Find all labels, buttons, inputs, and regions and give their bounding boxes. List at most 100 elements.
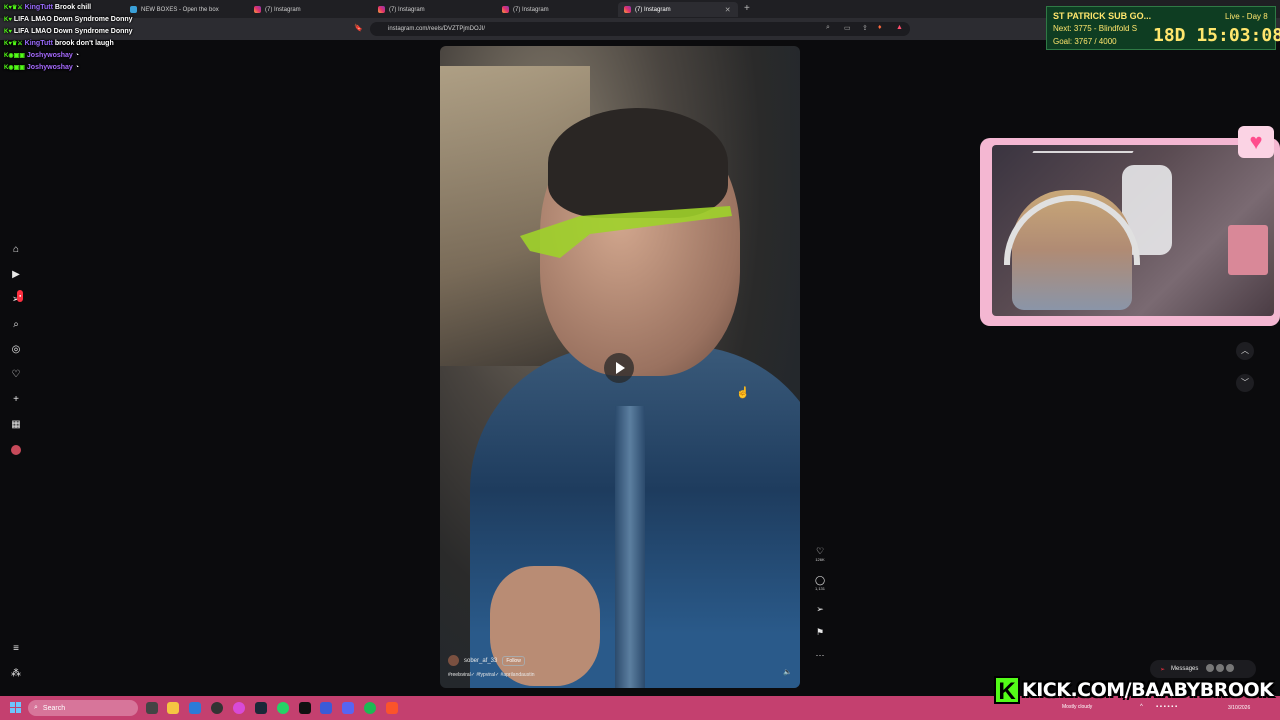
tab-instagram-active[interactable]: (7) Instagram ✕ [618, 2, 738, 17]
author-username[interactable]: sober_af_33 [464, 658, 497, 664]
kick-banner: K KICK.COM/BAABYBROOK [994, 675, 1274, 705]
brave-shield-icon[interactable]: ♦ [878, 24, 882, 31]
app-icon[interactable] [320, 702, 332, 714]
goal-progress: Goal: 3767 / 4000 [1053, 37, 1117, 46]
zoom-icon[interactable]: ⌕ [826, 24, 830, 32]
reel-video[interactable]: sober_af_33 Follow #reelsviral✓ #fypvira… [440, 46, 800, 688]
file-explorer-icon[interactable] [167, 702, 179, 714]
chat-username: KingTutt [24, 4, 53, 11]
messenger-icon[interactable]: ➢ ● [10, 290, 24, 306]
chat-username: LIFA [13, 16, 30, 23]
notifications-heart-icon[interactable]: ♡ [10, 369, 22, 381]
sub-goal-title: ST PATRICK SUB GO... [1053, 11, 1152, 21]
tab-instagram[interactable]: (7) Instagram [372, 2, 431, 17]
like-button[interactable]: ♡ 126K [812, 546, 828, 562]
search-placeholder: Search [42, 704, 66, 712]
close-tab-icon[interactable]: ✕ [725, 6, 731, 14]
brave-browser-icon[interactable] [386, 702, 398, 714]
chat-message: K♥ LIFA LMAO Down Syndrome Donny [4, 26, 204, 38]
spotify-icon[interactable] [364, 702, 376, 714]
comment-button[interactable]: ◯ 1,131 [812, 575, 828, 591]
person-hand [490, 566, 600, 686]
chat-badges-icon: K◉▣▣ [4, 53, 25, 59]
chat-username: LIFA [13, 28, 30, 35]
webcam-overlay [980, 138, 1280, 326]
create-icon[interactable]: + [10, 394, 22, 406]
home-icon[interactable]: ⌂ [10, 244, 22, 256]
play-button[interactable] [604, 353, 634, 383]
subathon-timer: 18D 15:03:08 [1153, 25, 1280, 46]
tab-instagram[interactable]: (7) Instagram [496, 2, 555, 17]
explore-icon[interactable]: ◎ [10, 344, 22, 356]
obs-icon[interactable] [211, 702, 223, 714]
next-goal: Next: 3775 - Blindfold S [1053, 24, 1138, 33]
chat-badges-icon: K♥ [4, 29, 12, 35]
chat-message: K◉▣▣ Joshywoshay ◔ [4, 50, 204, 62]
instagram-icon [502, 6, 509, 13]
headset [1004, 195, 1140, 265]
steam-icon[interactable] [255, 702, 267, 714]
dashboard-icon[interactable]: ▦ [10, 419, 22, 431]
chat-message: K♥ LIFA LMAO Down Syndrome Donny [4, 14, 204, 26]
app-icon[interactable] [233, 702, 245, 714]
instagram-icon [624, 6, 631, 13]
also-from-meta-icon[interactable]: ⁂ [10, 668, 22, 680]
notification-badge: ● [17, 290, 24, 302]
live-day: Live - Day 8 [1225, 12, 1268, 21]
green-sunglasses [520, 206, 732, 258]
menu-icon[interactable]: ≡ [10, 643, 22, 655]
share-icon[interactable]: ⇪ [862, 24, 868, 32]
discord-icon[interactable] [342, 702, 354, 714]
chat-text: Brook chill [54, 4, 92, 11]
messenger-icon: ➢ [1160, 666, 1166, 673]
reel-author[interactable]: sober_af_33 Follow [448, 655, 525, 666]
profile-avatar[interactable] [10, 445, 22, 457]
message-avatars [1204, 664, 1235, 674]
like-count: 126K [815, 557, 825, 562]
author-avatar[interactable] [448, 655, 459, 666]
tab-label: (7) Instagram [635, 6, 671, 13]
save-bookmark-icon[interactable]: ⚑ [812, 627, 828, 638]
task-view-icon[interactable] [146, 702, 158, 714]
hoodie-zipper [615, 406, 645, 688]
reel-caption: #reelsviral✓ #fypviral✓ #aprilandaustin [448, 672, 535, 678]
previous-reel-button[interactable]: ︿ [1236, 342, 1254, 360]
tab-instagram[interactable]: (7) Instagram [248, 2, 307, 17]
chat-text: LMAO Down Syndrome Donny [31, 16, 133, 23]
rewards-icon[interactable]: ▲ [896, 24, 903, 31]
follow-button[interactable]: Follow [502, 655, 525, 666]
bookmark-icon[interactable]: 🔖 [354, 24, 363, 32]
mouse-cursor-icon: ☝ [736, 387, 750, 399]
tiktok-icon[interactable] [299, 702, 311, 714]
windows-start-icon[interactable] [10, 702, 22, 714]
store-icon[interactable] [189, 702, 201, 714]
chat-message: K♥♛⚔ KingTutt brook don't laugh [4, 38, 204, 50]
chat-emote-icon: ◔ [74, 52, 80, 59]
taskbar-search[interactable]: ⌕ Search [28, 700, 138, 716]
stream-chat-overlay: K♥♛⚔ KingTutt Brook chill K♥ LIFA LMAO Down … [4, 2, 204, 74]
chat-badges-icon: K♥ [4, 17, 12, 23]
taskbar-date[interactable]: 3/10/2026 [1228, 705, 1250, 711]
search-icon: ⌕ [34, 704, 38, 711]
mute-icon[interactable]: 🔈 [783, 668, 792, 676]
play-icon [616, 362, 625, 374]
sub-goal-panel: ST PATRICK SUB GO... Live - Day 8 Next: … [1046, 6, 1280, 50]
kick-logo: K [994, 676, 1020, 705]
next-reel-button[interactable]: ﹀ [1236, 374, 1254, 392]
whatsapp-icon[interactable] [277, 702, 289, 714]
chat-username: Joshywoshay [26, 64, 73, 71]
chat-username: KingTutt [24, 40, 53, 47]
instagram-icon [254, 6, 261, 13]
more-options-icon[interactable]: ··· [812, 650, 828, 660]
page-action-icon[interactable]: ▭ [844, 24, 851, 32]
tab-label: (7) Instagram [265, 6, 301, 13]
search-icon[interactable]: ⌕ [10, 319, 22, 331]
share-button[interactable]: ➢ [812, 604, 828, 615]
comment-count: 1,131 [814, 586, 825, 591]
tab-label: (7) Instagram [513, 6, 549, 13]
reels-icon[interactable]: ▶ [10, 269, 22, 281]
pixel-heart-icon: ♥ [1238, 126, 1274, 158]
chat-text: brook don't laugh [54, 40, 114, 47]
new-tab-button[interactable]: + [744, 3, 750, 14]
chat-badges-icon: K◉▣▣ [4, 65, 25, 71]
